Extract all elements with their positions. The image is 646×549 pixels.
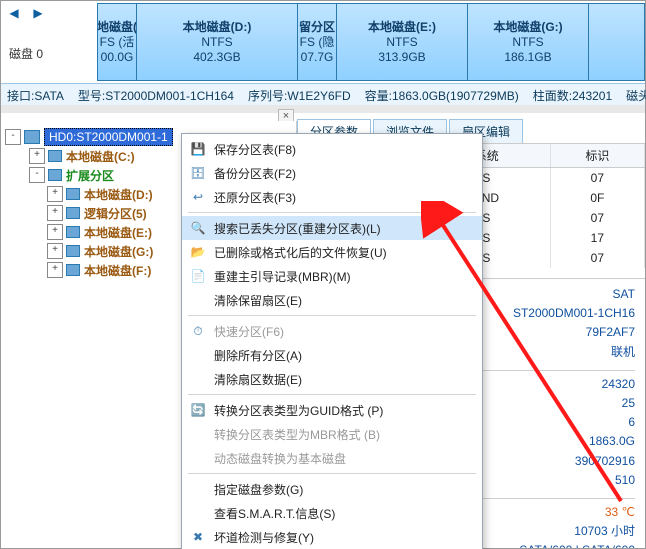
tree-twisty-icon[interactable]: + [47,205,63,221]
menu-item[interactable]: ↩ 还原分区表(F3) [182,185,482,209]
tree-twisty-icon[interactable]: + [29,148,45,164]
disk-partition[interactable]: 留分区FS (隐07.7G [298,4,337,80]
tree-item-label: 本地磁盘(F:) [84,262,151,279]
disk-partition-bar[interactable]: 地磁盘(FS (活00.0G本地磁盘(D:)NTFS402.3GB留分区FS (… [97,3,645,81]
menu-item: 动态磁盘转换为基本磁盘 [182,446,482,470]
tree-item-label: 本地磁盘(C:) [66,148,135,165]
quick-icon: ⏱ [188,322,208,340]
partition-icon [48,150,62,162]
backup-icon: 🗄 [188,164,208,182]
menu-item-label: 备份分区表(F2) [214,165,472,182]
menu-item[interactable]: 删除所有分区(A) [182,343,482,367]
disk-partition[interactable]: 本地磁盘(E:)NTFS313.9GB [337,4,468,80]
bad-icon: ✖ [188,528,208,546]
info-capacity: 容量:1863.0GB(1907729MB) [365,87,519,104]
blank-icon [188,370,208,388]
tree-item-label: 逻辑分区(5) [84,205,147,222]
menu-item-label: 指定磁盘参数(G) [214,481,472,498]
disk-partition[interactable]: 本地磁盘(D:)NTFS402.3GB [137,4,298,80]
info-interface: 接口:SATA [7,87,64,104]
disk-context-menu[interactable]: 💾 保存分区表(F8) 🗄 备份分区表(F2) ↩ 还原分区表(F3) 🔍 搜索已丢失分区(重… [181,133,483,549]
recover-icon: 📂 [188,243,208,261]
menu-item[interactable]: ✖ 坏道检测与修复(Y) [182,525,482,549]
partition-icon [66,207,80,219]
menu-item-label: 清除保留扇区(E) [214,292,472,309]
tree-item-label: 本地磁盘(G:) [84,243,153,260]
blank-icon [188,449,208,467]
menu-item-label: 重建主引导记录(MBR)(M) [214,268,472,285]
menu-item[interactable]: 📄 重建主引导记录(MBR)(M) [182,264,482,288]
menu-item: 转换分区表类型为MBR格式 (B) [182,422,482,446]
menu-item-label: 还原分区表(F3) [214,189,472,206]
tree-twisty-icon[interactable]: - [29,167,45,183]
menu-item: ⏱ 快速分区(F6) [182,319,482,343]
menu-item[interactable]: 💾 保存分区表(F8) [182,137,482,161]
menu-item-label: 快速分区(F6) [214,323,472,340]
info-model: 型号:ST2000DM001-1CH164 [78,87,234,104]
menu-item-label: 转换分区表类型为MBR格式 (B) [214,426,472,443]
menu-item[interactable]: 🔍 搜索已丢失分区(重建分区表)(L) [182,216,482,240]
menu-item[interactable]: 📂 已删除或格式化后的文件恢复(U) [182,240,482,264]
menu-item[interactable]: 指定磁盘参数(G) [182,477,482,501]
menu-item-label: 清除扇区数据(E) [214,371,472,388]
blank-icon [188,504,208,522]
menu-item-label: 动态磁盘转换为基本磁盘 [214,450,472,467]
partition-icon [66,264,80,276]
menu-separator [188,473,476,474]
splitter[interactable] [1,105,645,113]
menu-item-label: 转换分区表类型为GUID格式 (P) [214,402,472,419]
menu-item[interactable]: 查看S.M.A.R.T.信息(S) [182,501,482,525]
partition-icon [66,188,80,200]
info-cylinders: 柱面数:243201 [533,87,612,104]
partition-icon [66,245,80,257]
tree-twisty-icon[interactable]: + [47,262,63,278]
tree-twisty-icon[interactable]: + [47,243,63,259]
toolbar-btn-1[interactable]: ◀ [5,4,23,22]
partition-icon [66,226,80,238]
tree-twisty-icon[interactable]: - [5,129,21,145]
menu-separator [188,394,476,395]
save-icon: 💾 [188,140,208,158]
tree-item-label: 本地磁盘(E:) [84,224,152,241]
hdd-icon [24,130,40,144]
menu-item[interactable]: 🔄 转换分区表类型为GUID格式 (P) [182,398,482,422]
menu-item-label: 搜索已丢失分区(重建分区表)(L) [214,220,472,237]
menu-item[interactable]: 清除扇区数据(E) [182,367,482,391]
disk-info-strip: 接口:SATA 型号:ST2000DM001-1CH164 序列号:W1E2Y6… [1,83,645,107]
grid-header[interactable]: 标识 [550,144,644,168]
disk-index-label: 磁盘 0 [9,45,105,62]
tree-item-label: 扩展分区 [66,167,114,184]
blank-icon [188,480,208,498]
partition-icon [48,169,62,181]
disk-partition[interactable]: 本地磁盘(G:)NTFS186.1GB [468,4,589,80]
menu-item-label: 坏道检测与修复(Y) [214,529,472,546]
menu-item[interactable]: 清除保留扇区(E) [182,288,482,312]
blank-icon [188,425,208,443]
blank-icon [188,291,208,309]
menu-separator [188,212,476,213]
disk-partition[interactable]: 地磁盘(FS (活00.0G [98,4,137,80]
blank-icon [188,346,208,364]
menu-item[interactable]: 🗄 备份分区表(F2) [182,161,482,185]
info-heads: 磁头数 [626,87,646,104]
menu-item-label: 已删除或格式化后的文件恢复(U) [214,244,472,261]
restore-icon: ↩ [188,188,208,206]
mbr-icon: 📄 [188,267,208,285]
info-serial: 序列号:W1E2Y6FD [248,87,351,104]
guid-icon: 🔄 [188,401,208,419]
toolbar-btn-2[interactable]: ▶ [29,4,47,22]
search-icon: 🔍 [188,219,208,237]
menu-separator [188,315,476,316]
menu-item-label: 查看S.M.A.R.T.信息(S) [214,505,472,522]
menu-item-label: 保存分区表(F8) [214,141,472,158]
disk-index-panel: 磁盘 0 [1,25,106,81]
tree-twisty-icon[interactable]: + [47,186,63,202]
menu-item-label: 删除所有分区(A) [214,347,472,364]
tree-item-label: 本地磁盘(D:) [84,186,153,203]
tree-root-label[interactable]: HD0:ST2000DM001-1 [44,128,173,146]
tree-twisty-icon[interactable]: + [47,224,63,240]
